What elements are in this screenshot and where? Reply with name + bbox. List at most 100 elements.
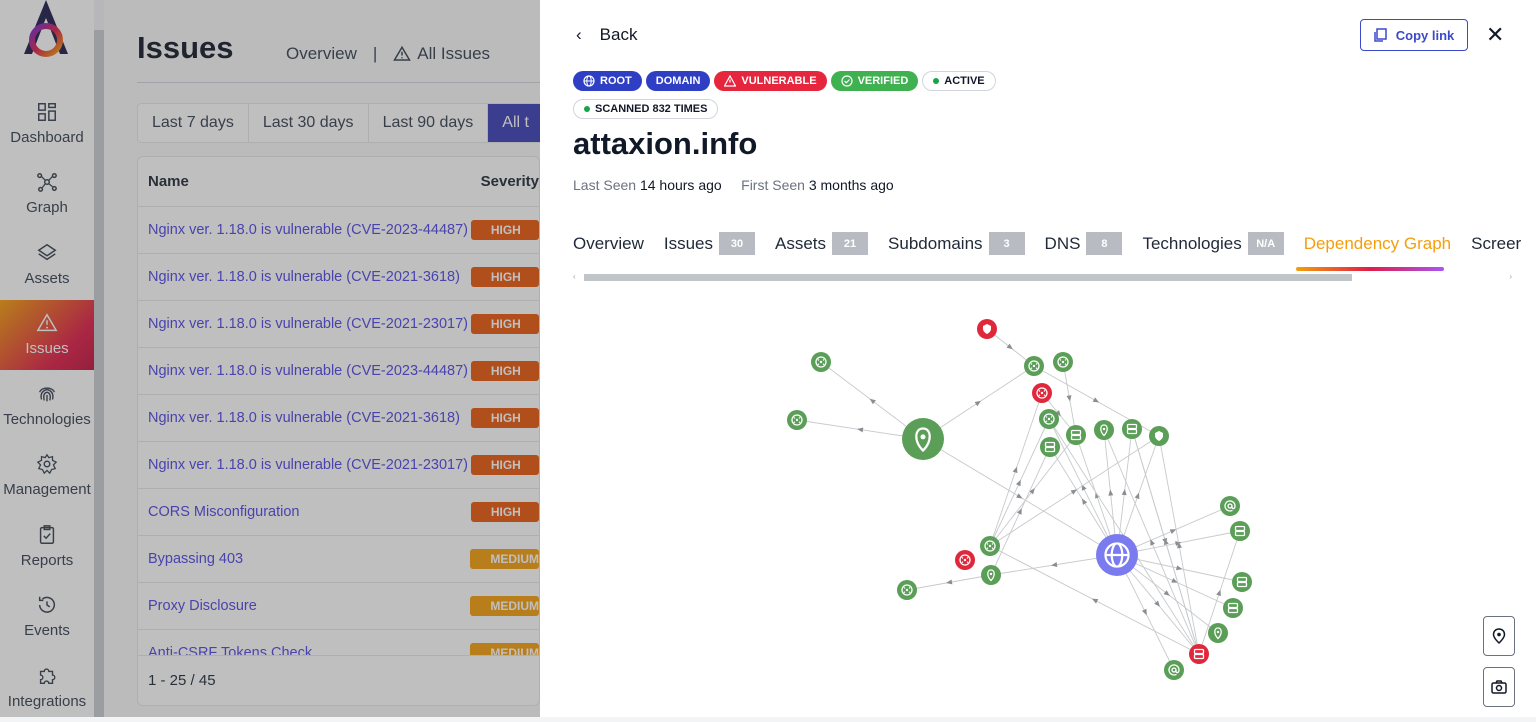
chevron-left-icon: ‹	[576, 25, 582, 44]
graph-node-chip[interactable]	[787, 410, 807, 430]
first-seen-value: 3 months ago	[808, 177, 894, 193]
column-name[interactable]: Name	[138, 173, 481, 190]
issue-name-link[interactable]: Proxy Disclosure	[138, 598, 470, 614]
sidebar-item-label: Issues	[25, 340, 69, 357]
table-row[interactable]: CORS Misconfiguration HIGH	[138, 489, 539, 536]
graph-node-shield[interactable]	[1149, 426, 1169, 446]
table-row[interactable]: Nginx ver. 1.18.0 is vulnerable (CVE-202…	[138, 254, 539, 301]
sidebar-item-assets[interactable]: Assets	[0, 229, 94, 299]
tab-issues[interactable]: Issues 30	[664, 232, 755, 255]
table-row[interactable]: Nginx ver. 1.18.0 is vulnerable (CVE-202…	[138, 301, 539, 348]
graph-node-chip[interactable]	[955, 550, 975, 570]
graph-node-server[interactable]	[1223, 598, 1243, 618]
table-row[interactable]: Nginx ver. 1.18.0 is vulnerable (CVE-202…	[138, 395, 539, 442]
graph-node-server[interactable]	[1122, 419, 1142, 439]
edge-arrow	[1216, 589, 1221, 597]
screenshot-tool-button[interactable]	[1483, 667, 1515, 707]
range-90-days[interactable]: Last 90 days	[369, 104, 489, 142]
graph-node-at[interactable]	[1220, 496, 1240, 516]
graph-node-chip[interactable]	[980, 536, 1000, 556]
sidebar-scrollbar[interactable]	[94, 30, 104, 717]
graph-node-server[interactable]	[1066, 425, 1086, 445]
graph-node-pin[interactable]	[902, 418, 944, 460]
graph-node-pin[interactable]	[981, 565, 1001, 585]
graph-node-chip[interactable]	[1039, 409, 1059, 429]
verified-badge-label: VERIFIED	[857, 75, 909, 87]
graph-node-server[interactable]	[1189, 644, 1209, 664]
issue-name-link[interactable]: Nginx ver. 1.18.0 is vulnerable (CVE-202…	[138, 457, 471, 473]
table-row[interactable]: Proxy Disclosure MEDIUM	[138, 583, 539, 630]
tab-overview[interactable]: Overview	[286, 44, 357, 64]
dependency-graph[interactable]	[540, 290, 1536, 717]
edge-arrow	[1121, 489, 1127, 496]
issue-name-link[interactable]: Nginx ver. 1.18.0 is vulnerable (CVE-202…	[138, 410, 471, 426]
graph-node-server[interactable]	[1232, 572, 1252, 592]
location-tool-button[interactable]	[1483, 616, 1515, 656]
tab-dependency-graph[interactable]: Dependency Graph	[1304, 232, 1451, 255]
graph-node-globe[interactable]	[1096, 534, 1138, 576]
issue-name-link[interactable]: Nginx ver. 1.18.0 is vulnerable (CVE-202…	[138, 269, 471, 285]
last-seen-value: 14 hours ago	[639, 177, 722, 193]
copy-link-button[interactable]: Copy link	[1360, 19, 1468, 51]
issue-name-link[interactable]: Nginx ver. 1.18.0 is vulnerable (CVE-202…	[138, 222, 471, 238]
tab-subdomains[interactable]: Subdomains 3	[888, 232, 1025, 255]
table-row[interactable]: Nginx ver. 1.18.0 is vulnerable (CVE-202…	[138, 348, 539, 395]
column-severity[interactable]: Severity	[481, 173, 539, 190]
range-7-days[interactable]: Last 7 days	[138, 104, 249, 142]
tab-separator: |	[372, 44, 378, 63]
table-row[interactable]: Nginx ver. 1.18.0 is vulnerable (CVE-202…	[138, 442, 539, 489]
issue-name-link[interactable]: Bypassing 403	[138, 551, 470, 567]
tab-screer[interactable]: Screer	[1471, 232, 1521, 255]
sidebar-item-label: Integrations	[7, 692, 87, 710]
tab-technologies[interactable]: Technologies N/A	[1142, 232, 1284, 255]
graph-node-server[interactable]	[1040, 437, 1060, 457]
sidebar-item-events[interactable]: Events	[0, 582, 94, 652]
layers-icon	[37, 243, 57, 260]
graph-node-pin[interactable]	[1094, 420, 1114, 440]
tab-all-issues-label: All Issues	[417, 44, 491, 63]
app-logo[interactable]	[18, 0, 74, 58]
issue-name-link[interactable]: Nginx ver. 1.18.0 is vulnerable (CVE-202…	[138, 363, 471, 379]
edge-arrow	[1016, 508, 1022, 515]
tab-assets[interactable]: Assets 21	[775, 232, 869, 255]
graph-node-chip[interactable]	[1024, 356, 1044, 376]
graph-node-chip[interactable]	[811, 352, 831, 372]
sidebar-item-issues[interactable]: Issues	[0, 299, 94, 370]
sidebar-item-graph[interactable]: Graph	[0, 159, 94, 229]
issue-name-link[interactable]: CORS Misconfiguration	[138, 504, 471, 520]
close-icon[interactable]: ✕	[1486, 22, 1504, 48]
sidebar-item-technologies[interactable]: Technologies	[0, 370, 94, 440]
tab-all-issues[interactable]: All Issues	[393, 44, 490, 64]
back-button[interactable]: ‹ Back	[576, 25, 637, 45]
sidebar-item-reports[interactable]: Reports	[0, 511, 94, 581]
warning-icon	[724, 75, 737, 87]
scrollbar-thumb[interactable]	[584, 274, 1352, 281]
history-icon	[38, 596, 55, 613]
range-30-days[interactable]: Last 30 days	[249, 104, 369, 142]
tab-dns[interactable]: DNS 8	[1045, 232, 1123, 255]
sidebar-item-label: Technologies	[3, 410, 91, 428]
scroll-left-arrow[interactable]: ‹	[573, 272, 576, 281]
edge-arrow	[869, 398, 876, 405]
sidebar-item-dashboard[interactable]: Dashboard	[0, 88, 94, 158]
sidebar-item-integrations[interactable]: Integrations	[0, 652, 94, 722]
graph-node-chip[interactable]	[1032, 383, 1052, 403]
graph-node-shield[interactable]	[977, 319, 997, 339]
table-row[interactable]: Bypassing 403 MEDIUM	[138, 536, 539, 583]
graph-node-chip[interactable]	[897, 580, 917, 600]
range-all-time[interactable]: All t	[488, 104, 544, 142]
tabs-scrollbar[interactable]: ‹ ›	[573, 272, 1512, 282]
vulnerable-badge: VULNERABLE	[714, 71, 827, 91]
graph-node-server[interactable]	[1230, 521, 1250, 541]
issue-name-link[interactable]: Nginx ver. 1.18.0 is vulnerable (CVE-202…	[138, 316, 471, 332]
tab-overview[interactable]: Overview	[573, 232, 644, 255]
table-row[interactable]: Nginx ver. 1.18.0 is vulnerable (CVE-202…	[138, 207, 539, 254]
warning-icon	[36, 313, 58, 332]
scroll-right-arrow[interactable]: ›	[1509, 272, 1512, 281]
graph-node-at[interactable]	[1164, 660, 1184, 680]
graph-node-pin[interactable]	[1208, 623, 1228, 643]
graph-node-chip[interactable]	[1053, 352, 1073, 372]
sidebar-item-management[interactable]: Management	[0, 441, 94, 511]
domain-badge: DOMAIN	[645, 71, 711, 91]
copy-link-label: Copy link	[1395, 27, 1455, 43]
